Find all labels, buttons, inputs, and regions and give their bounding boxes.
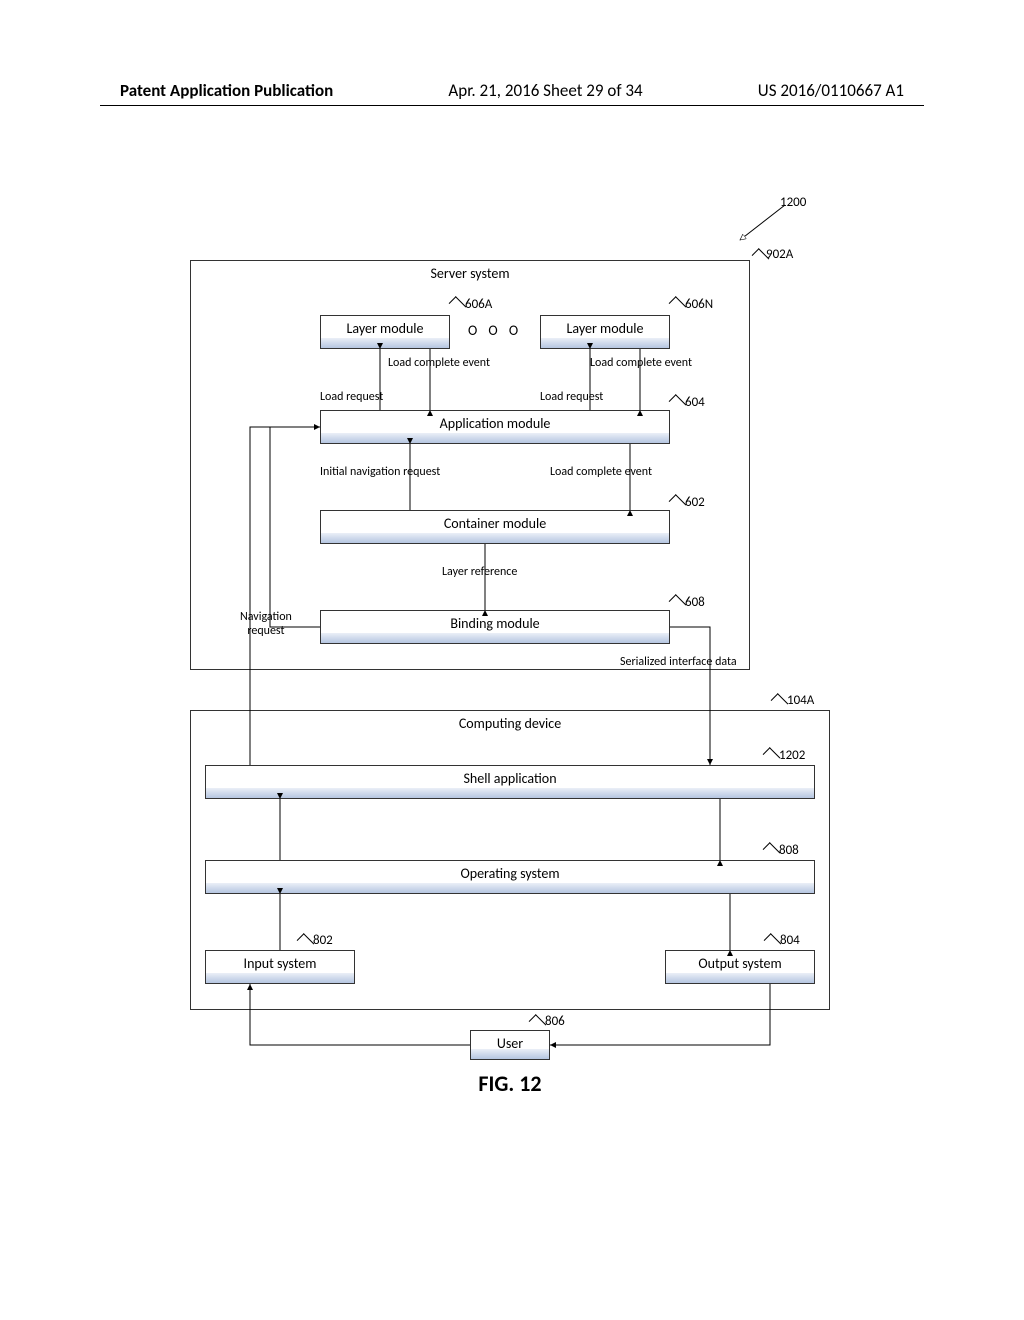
- server-system-label: Server system: [191, 261, 749, 282]
- label-load-complete-3: Load complete event: [550, 465, 652, 479]
- module-ellipsis: O O O: [468, 322, 522, 339]
- header-rule: [100, 105, 924, 106]
- shell-application-label: Shell application: [206, 766, 814, 787]
- container-module: Container module: [320, 510, 670, 544]
- ref-808: 808: [779, 843, 799, 858]
- figure-diagram: 1200 Server system 902A Layer module: [190, 200, 830, 1080]
- computing-device-label: Computing device: [191, 711, 829, 732]
- ref-804: 804: [780, 933, 800, 948]
- input-system: Input system: [205, 950, 355, 984]
- header-mid: Apr. 21, 2016 Sheet 29 of 34: [448, 80, 642, 101]
- ref-602: 602: [685, 495, 705, 510]
- label-layer-reference: Layer reference: [442, 565, 517, 579]
- input-system-label: Input system: [206, 951, 354, 972]
- container-module-label: Container module: [321, 511, 669, 532]
- ref-902A: 902A: [766, 247, 793, 262]
- output-system: Output system: [665, 950, 815, 984]
- ref-tick-104A: [771, 693, 789, 711]
- ref-1200: 1200: [780, 195, 806, 210]
- label-initial-nav: Initial navigation request: [320, 465, 440, 479]
- layer-module-a-label: Layer module: [321, 316, 449, 337]
- label-load-complete-1: Load complete event: [388, 356, 490, 370]
- shell-application: Shell application: [205, 765, 815, 799]
- ref-606A: 606A: [465, 297, 492, 312]
- operating-system: Operating system: [205, 860, 815, 894]
- user-box: User: [470, 1030, 550, 1060]
- operating-system-label: Operating system: [206, 861, 814, 882]
- layer-module-n-label: Layer module: [541, 316, 669, 337]
- ref-606N: 606N: [685, 297, 713, 312]
- ref-604: 604: [685, 395, 705, 410]
- ref-802: 802: [313, 933, 333, 948]
- header-left: Patent Application Publication: [120, 80, 333, 101]
- label-navigation-request: Navigation request: [240, 610, 292, 638]
- application-module-label: Application module: [321, 411, 669, 432]
- label-load-request-1: Load request: [320, 390, 383, 404]
- ref-608: 608: [685, 595, 705, 610]
- label-load-request-2: Load request: [540, 390, 603, 404]
- ref-806: 806: [545, 1014, 565, 1029]
- ref-104A: 104A: [787, 693, 814, 708]
- label-serialized: Serialized interface data: [620, 655, 737, 669]
- ref-1202: 1202: [779, 748, 805, 763]
- binding-module-label: Binding module: [321, 611, 669, 632]
- figure-caption: FIG. 12: [190, 1070, 830, 1097]
- binding-module: Binding module: [320, 610, 670, 644]
- output-system-label: Output system: [666, 951, 814, 972]
- application-module: Application module: [320, 410, 670, 444]
- layer-module-a: Layer module: [320, 315, 450, 349]
- label-load-complete-2: Load complete event: [590, 356, 692, 370]
- layer-module-n: Layer module: [540, 315, 670, 349]
- header-right: US 2016/0110667 A1: [758, 80, 904, 101]
